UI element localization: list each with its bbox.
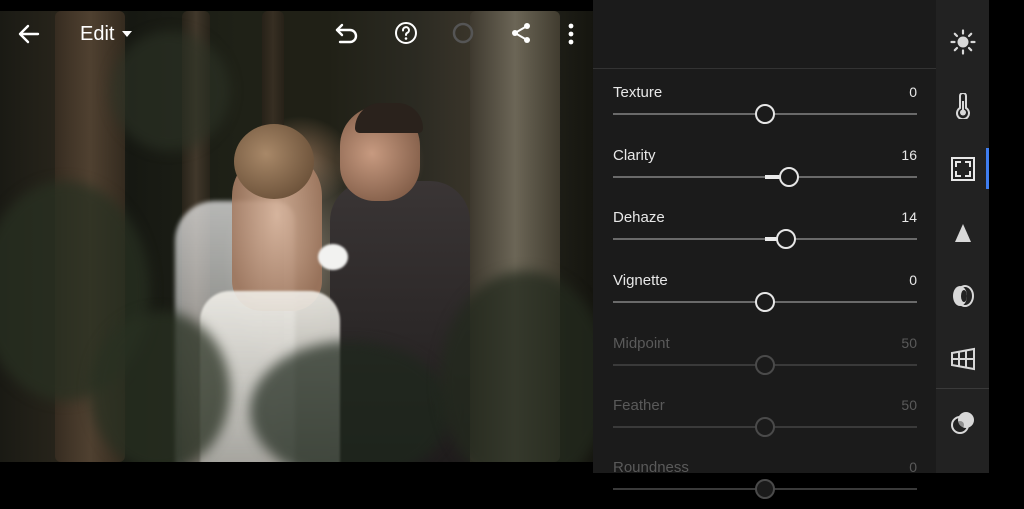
slider-thumb [755,479,775,499]
undo-icon[interactable] [332,19,362,49]
slider-thumb[interactable] [779,167,800,187]
slider-thumb[interactable] [755,292,775,312]
slider-thumb [755,417,775,437]
slider-thumb[interactable] [755,104,775,124]
edit-mode-label: Edit [80,22,115,45]
share-icon[interactable] [508,19,534,47]
more-vertical-icon[interactable] [562,19,580,49]
slider-thumb[interactable] [776,229,797,249]
help-icon[interactable] [392,19,420,47]
slider-value: 50 [901,397,917,413]
slider-midpoint: Midpoint 50 [613,335,917,385]
slider-label: Roundness [613,459,689,476]
chevron-down-icon [122,31,133,37]
light-icon[interactable] [949,28,977,56]
slider-value: 50 [901,335,917,351]
panel-divider [593,68,936,69]
slider-value: 0 [909,272,917,288]
slider-label: Dehaze [613,209,665,226]
slider-vignette[interactable]: Vignette 0 [613,272,917,322]
photo-canvas[interactable] [0,11,593,462]
slider-value: 14 [901,209,917,225]
optics-lens-icon[interactable] [949,282,977,310]
sync-progress-icon[interactable] [451,21,475,45]
slider-label: Texture [613,84,663,101]
slider-roundness: Roundness 0 [613,459,917,509]
slider-dehaze[interactable]: Dehaze 14 [613,209,917,259]
effects-panel: Texture 0 Clarity 16 Dehaze 14 Vignette 0 Midpoi… [593,0,936,499]
groom-hair [355,103,423,133]
geometry-grid-icon[interactable] [949,345,977,373]
detail-triangle-icon[interactable] [949,219,977,247]
rail-divider [936,388,989,389]
color-thermometer-icon[interactable] [949,92,977,120]
slider-value: 16 [901,147,917,163]
foliage [90,311,230,462]
back-arrow-icon[interactable] [14,19,44,49]
slider-feather: Feather 50 [613,397,917,447]
slider-texture[interactable]: Texture 0 [613,84,917,134]
tool-rail [936,0,989,473]
slider-label: Feather [613,397,665,414]
slider-clarity[interactable]: Clarity 16 [613,147,917,197]
top-toolbar: Edit [0,11,593,57]
boutonniere [318,244,348,270]
slider-label: Midpoint [613,335,670,352]
bride-hair [234,124,314,199]
slider-thumb [755,355,775,375]
slider-value: 0 [909,84,917,100]
edit-mode-dropdown[interactable]: Edit [80,19,133,49]
effects-frame-icon[interactable] [949,155,977,183]
presets-circles-icon[interactable] [949,409,977,437]
slider-label: Vignette [613,272,668,289]
screen-edge [989,0,1024,473]
slider-label: Clarity [613,147,656,164]
